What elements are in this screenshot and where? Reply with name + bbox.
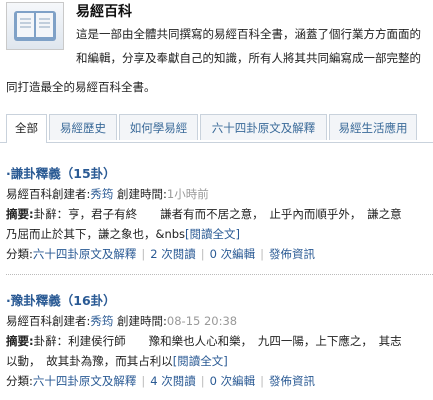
post-title[interactable]: ·謙卦釋義（15卦）	[6, 164, 433, 184]
creator-link[interactable]: 秀筠	[90, 187, 113, 201]
summary-text: 卦辭：亨，君子有終 謙者有而不居之意， 止乎內而順乎外， 謙之意	[33, 207, 402, 221]
summary-label: 摘要:	[6, 334, 34, 348]
post-footer: 分類:六十四卦原文及解釋 | 2 次閱讀 | 0 次編輯 | 發佈資訊	[6, 247, 315, 261]
tab-64-hexagrams[interactable]: 六十四卦原文及解釋	[200, 114, 327, 140]
created-label: 創建時間:	[113, 314, 167, 328]
category-link[interactable]: 六十四卦原文及解釋	[33, 374, 137, 388]
description-line-3: 同打造最全的易經百科全書。	[6, 80, 156, 94]
read-more-link[interactable]: [閱讀全文]	[173, 354, 228, 368]
read-more-link[interactable]: [閱讀全文]	[185, 227, 240, 241]
category-link[interactable]: 六十四卦原文及解釋	[33, 247, 137, 261]
description-line-2: 和編輯，分享及奉獻自己的知識，所有人將其共同編寫成一部完整的	[76, 51, 421, 65]
post-footer: 分類:六十四卦原文及解釋 | 4 次閱讀 | 0 次編輯 | 發佈資訊	[6, 374, 315, 388]
post-title[interactable]: ·豫卦釋義（16卦）	[6, 291, 433, 311]
post-meta: 易經百科創建者:秀筠 創建時間:08-15 20:38	[6, 311, 433, 331]
summary-text-cont: 以動， 故其卦為豫，而其占利以	[6, 354, 173, 368]
tab-all[interactable]: 全部	[6, 114, 47, 143]
description-line-1: 這是一部由全體共同撰寫的易經百科全書，涵蓋了個行業方方面面的	[76, 27, 421, 41]
tab-daily-life[interactable]: 易經生活應用	[329, 114, 417, 140]
publish-info-link[interactable]: 發佈資訊	[269, 247, 315, 261]
post-summary-cont: 乃屈而止於其下，謙之象也，&nbs[閱讀全文]	[6, 224, 433, 244]
post-summary: 摘要:卦辭：利建侯行師 豫和樂也人心和樂， 九四一陽，上下應之， 其志	[6, 331, 433, 351]
divider	[6, 274, 433, 275]
post-summary-cont: 以動， 故其卦為豫，而其占利以[閱讀全文]	[6, 351, 433, 371]
post-meta: 易經百科創建者:秀筠 創建時間:1小時前	[6, 184, 433, 204]
summary-label: 摘要:	[6, 207, 34, 221]
creator-link[interactable]: 秀筠	[90, 314, 113, 328]
publish-info-link[interactable]: 發佈資訊	[269, 374, 315, 388]
edit-count-link[interactable]: 0 次編輯	[210, 247, 255, 261]
post-summary: 摘要:卦辭：亨，君子有終 謙者有而不居之意， 止乎內而順乎外， 謙之意	[6, 204, 433, 224]
category-label: 分類:	[6, 374, 33, 388]
book-icon	[14, 11, 56, 41]
site-logo	[6, 2, 64, 50]
creator-label: 易經百科創建者:	[6, 314, 91, 328]
read-count-link[interactable]: 4 次閱讀	[150, 374, 195, 388]
summary-text-cont: 乃屈而止於其下，謙之象也，&nbs	[6, 227, 186, 241]
category-tabs: 全部 易經歷史 如何學易經 六十四卦原文及解釋 易經生活應用	[0, 112, 433, 143]
list-item: ·豫卦釋義（16卦） 易經百科創建者:秀筠 創建時間:08-15 20:38 摘…	[6, 291, 433, 391]
created-label: 創建時間:	[113, 187, 167, 201]
page-title: 易經百科	[76, 4, 132, 20]
tab-how-to-learn[interactable]: 如何學易經	[119, 114, 198, 140]
tab-history[interactable]: 易經歷史	[49, 114, 117, 140]
creator-label: 易經百科創建者:	[6, 187, 91, 201]
created-time: 1小時前	[166, 187, 209, 201]
list-item: ·謙卦釋義（15卦） 易經百科創建者:秀筠 創建時間:1小時前 摘要:卦辭：亨，…	[6, 164, 433, 264]
summary-text: 卦辭：利建侯行師 豫和樂也人心和樂， 九四一陽，上下應之， 其志	[33, 334, 402, 348]
category-label: 分類:	[6, 247, 33, 261]
read-count-link[interactable]: 2 次閱讀	[150, 247, 195, 261]
edit-count-link[interactable]: 0 次編輯	[210, 374, 255, 388]
created-time: 08-15 20:38	[166, 314, 238, 328]
